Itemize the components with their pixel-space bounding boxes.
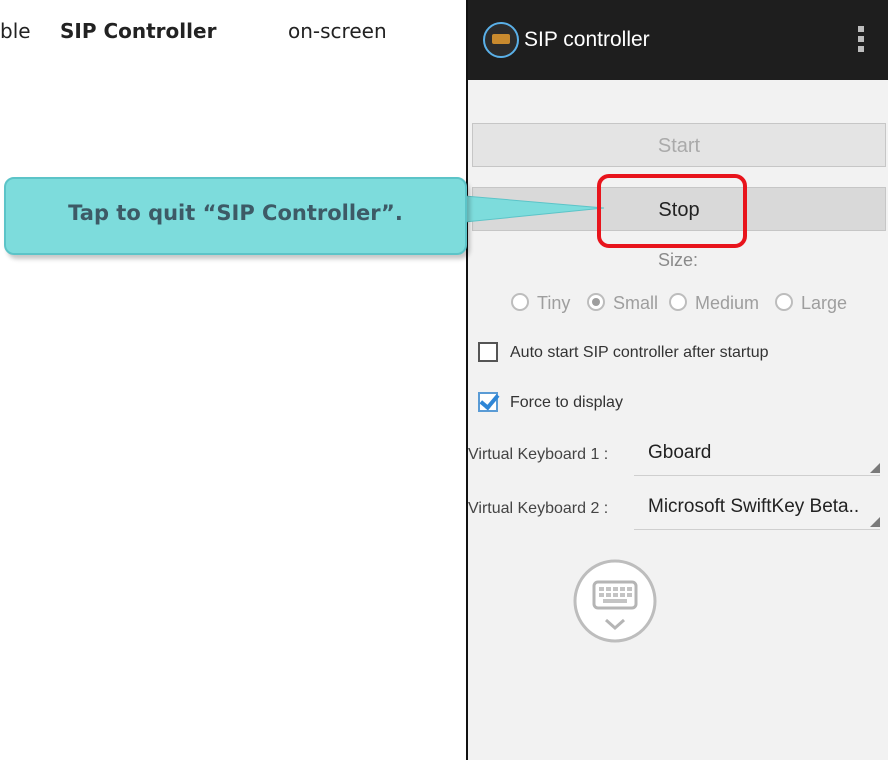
stop-highlight-box [597,174,747,248]
keyboard2-label: Virtual Keyboard 2 : [468,500,609,517]
radio-medium-circle[interactable] [669,293,687,311]
force-display-label: Force to display [510,394,623,411]
manual-text-fragment: ble SIP Controller on-screen [0,19,440,55]
keyboard2-select[interactable]: Microsoft SwiftKey Beta.. [634,494,880,530]
keyboard1-row: Virtual Keyboard 1 : Gboard [468,440,888,476]
callout-text: Tap to quit “SIP Controller”. [68,201,403,225]
keyboard-toggle-icon[interactable] [572,558,658,644]
callout-bubble: Tap to quit “SIP Controller”. [4,177,467,255]
app-title: SIP controller [524,28,650,51]
radio-tiny-label: Tiny [537,293,571,313]
radio-tiny-circle[interactable] [511,293,529,311]
dropdown-arrow-icon [870,463,880,473]
keyboard-app-icon [483,22,519,58]
radio-large-circle[interactable] [775,293,793,311]
radio-small-circle[interactable] [587,293,605,311]
action-bar: SIP controller [468,0,888,80]
auto-start-checkbox[interactable] [478,342,498,362]
manual-text-bold: SIP Controller [60,19,217,43]
keyboard1-label: Virtual Keyboard 1 : [468,446,609,463]
radio-medium-label: Medium [695,293,760,313]
phone-screen: SIP controller Start Stop Size: Tiny Sma… [466,0,888,760]
radio-small-label: Small [613,293,659,313]
keyboard1-value: Gboard [648,442,712,463]
keyboard1-select[interactable]: Gboard [634,440,880,476]
dropdown-arrow-icon [870,517,880,527]
manual-text-suffix: on-screen [288,19,387,43]
overflow-menu-icon[interactable] [856,26,866,54]
force-display-checkbox[interactable] [478,392,498,412]
auto-start-label: Auto start SIP controller after startup [510,344,769,361]
radio-large-label: Large [801,293,848,313]
size-label: Size: [657,250,699,270]
start-button[interactable]: Start [472,123,886,167]
keyboard2-row: Virtual Keyboard 2 : Microsoft SwiftKey … [468,494,888,530]
keyboard2-value: Microsoft SwiftKey Beta.. [648,496,860,517]
manual-text-prefix: ble [0,19,31,43]
